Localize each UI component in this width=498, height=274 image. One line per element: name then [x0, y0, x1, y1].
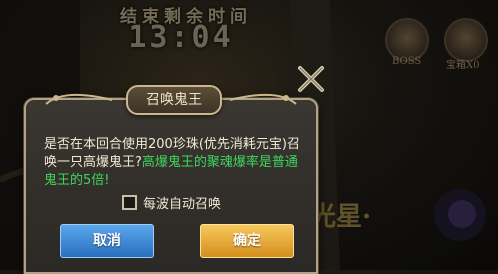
ornament-right-icon [229, 93, 297, 105]
close-icon[interactable] [294, 62, 328, 96]
confirm-button[interactable]: 确定 [200, 224, 294, 258]
auto-summon-label: 每波自动召唤 [143, 196, 222, 212]
dialog-title: 召唤鬼王 [126, 85, 222, 115]
summon-dialog: 召唤鬼王 是否在本回合使用200珍珠(优先消耗元宝)召唤一只高爆鬼王?高爆鬼王的… [24, 85, 318, 274]
cancel-button[interactable]: 取消 [60, 224, 154, 258]
auto-summon-checkbox[interactable] [122, 194, 137, 210]
ornament-left-icon [45, 93, 113, 105]
auto-summon-option[interactable]: 每波自动召唤 [122, 193, 222, 212]
dialog-message: 是否在本回合使用200珍珠(优先消耗元宝)召唤一只高爆鬼王?高爆鬼王的聚魂爆率是… [44, 136, 302, 190]
